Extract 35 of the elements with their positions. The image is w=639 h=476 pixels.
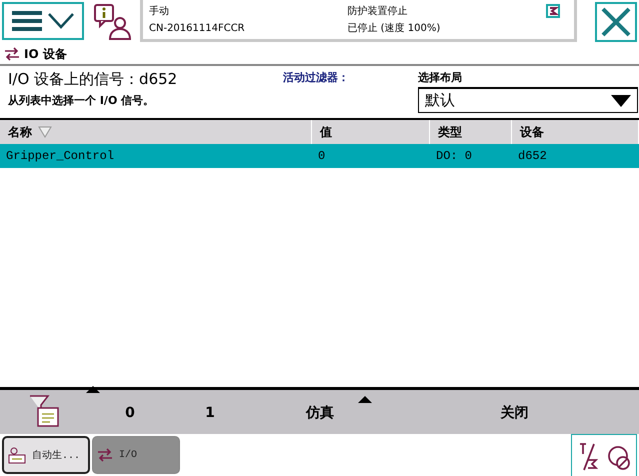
filter-list-icon <box>28 394 62 428</box>
status-icon <box>546 4 560 18</box>
info-person-icon <box>93 3 131 41</box>
app-title: IO 设备 <box>24 46 67 62</box>
filter-icon <box>38 126 52 138</box>
command-button[interactable]: 关闭 <box>496 400 532 426</box>
close-button[interactable] <box>595 2 637 42</box>
chevron-down-icon <box>48 13 74 29</box>
close-icon <box>601 7 631 37</box>
command-button[interactable]: 仿真 <box>302 400 338 426</box>
instruction-text: 从列表中选择一个 I/O 信号。 <box>8 93 156 108</box>
taskbar-button[interactable]: 自动生... <box>2 436 90 474</box>
program-icon <box>8 446 26 464</box>
device-cell-text: d652 <box>517 148 548 165</box>
command-button[interactable]: 0 <box>121 401 139 425</box>
command-button[interactable]: 1 <box>201 401 219 425</box>
layout-label: 选择布局 <box>418 70 463 85</box>
type-cell-text: DO: 0 <box>435 148 474 165</box>
arrows-icon <box>4 47 20 61</box>
caret-icon <box>611 94 631 106</box>
name-cell-text: Gripper_Control <box>5 148 116 165</box>
arrows-icon <box>97 448 113 462</box>
operating-mode: 手动 <box>149 4 170 18</box>
layout-dropdown[interactable]: 默认 <box>418 87 638 113</box>
menu-icon <box>12 11 42 31</box>
run-state: 已停止 (速度 100%) <box>348 22 442 36</box>
safety-status: 防护装置停止 <box>348 4 408 18</box>
menu-button[interactable] <box>2 2 84 40</box>
signal-heading: I/O 设备上的信号：d652 <box>8 70 178 89</box>
controller-name: CN-20161114FCCR <box>149 22 246 34</box>
signal-row[interactable]: Gripper_Control 0 DO: 0 d652 <box>0 144 639 168</box>
value-cell-text: 0 <box>317 148 326 165</box>
filter-label: 活动过滤器： <box>283 70 350 85</box>
quickset-button[interactable] <box>571 434 637 476</box>
taskbar-button[interactable]: I/O <box>92 436 180 474</box>
